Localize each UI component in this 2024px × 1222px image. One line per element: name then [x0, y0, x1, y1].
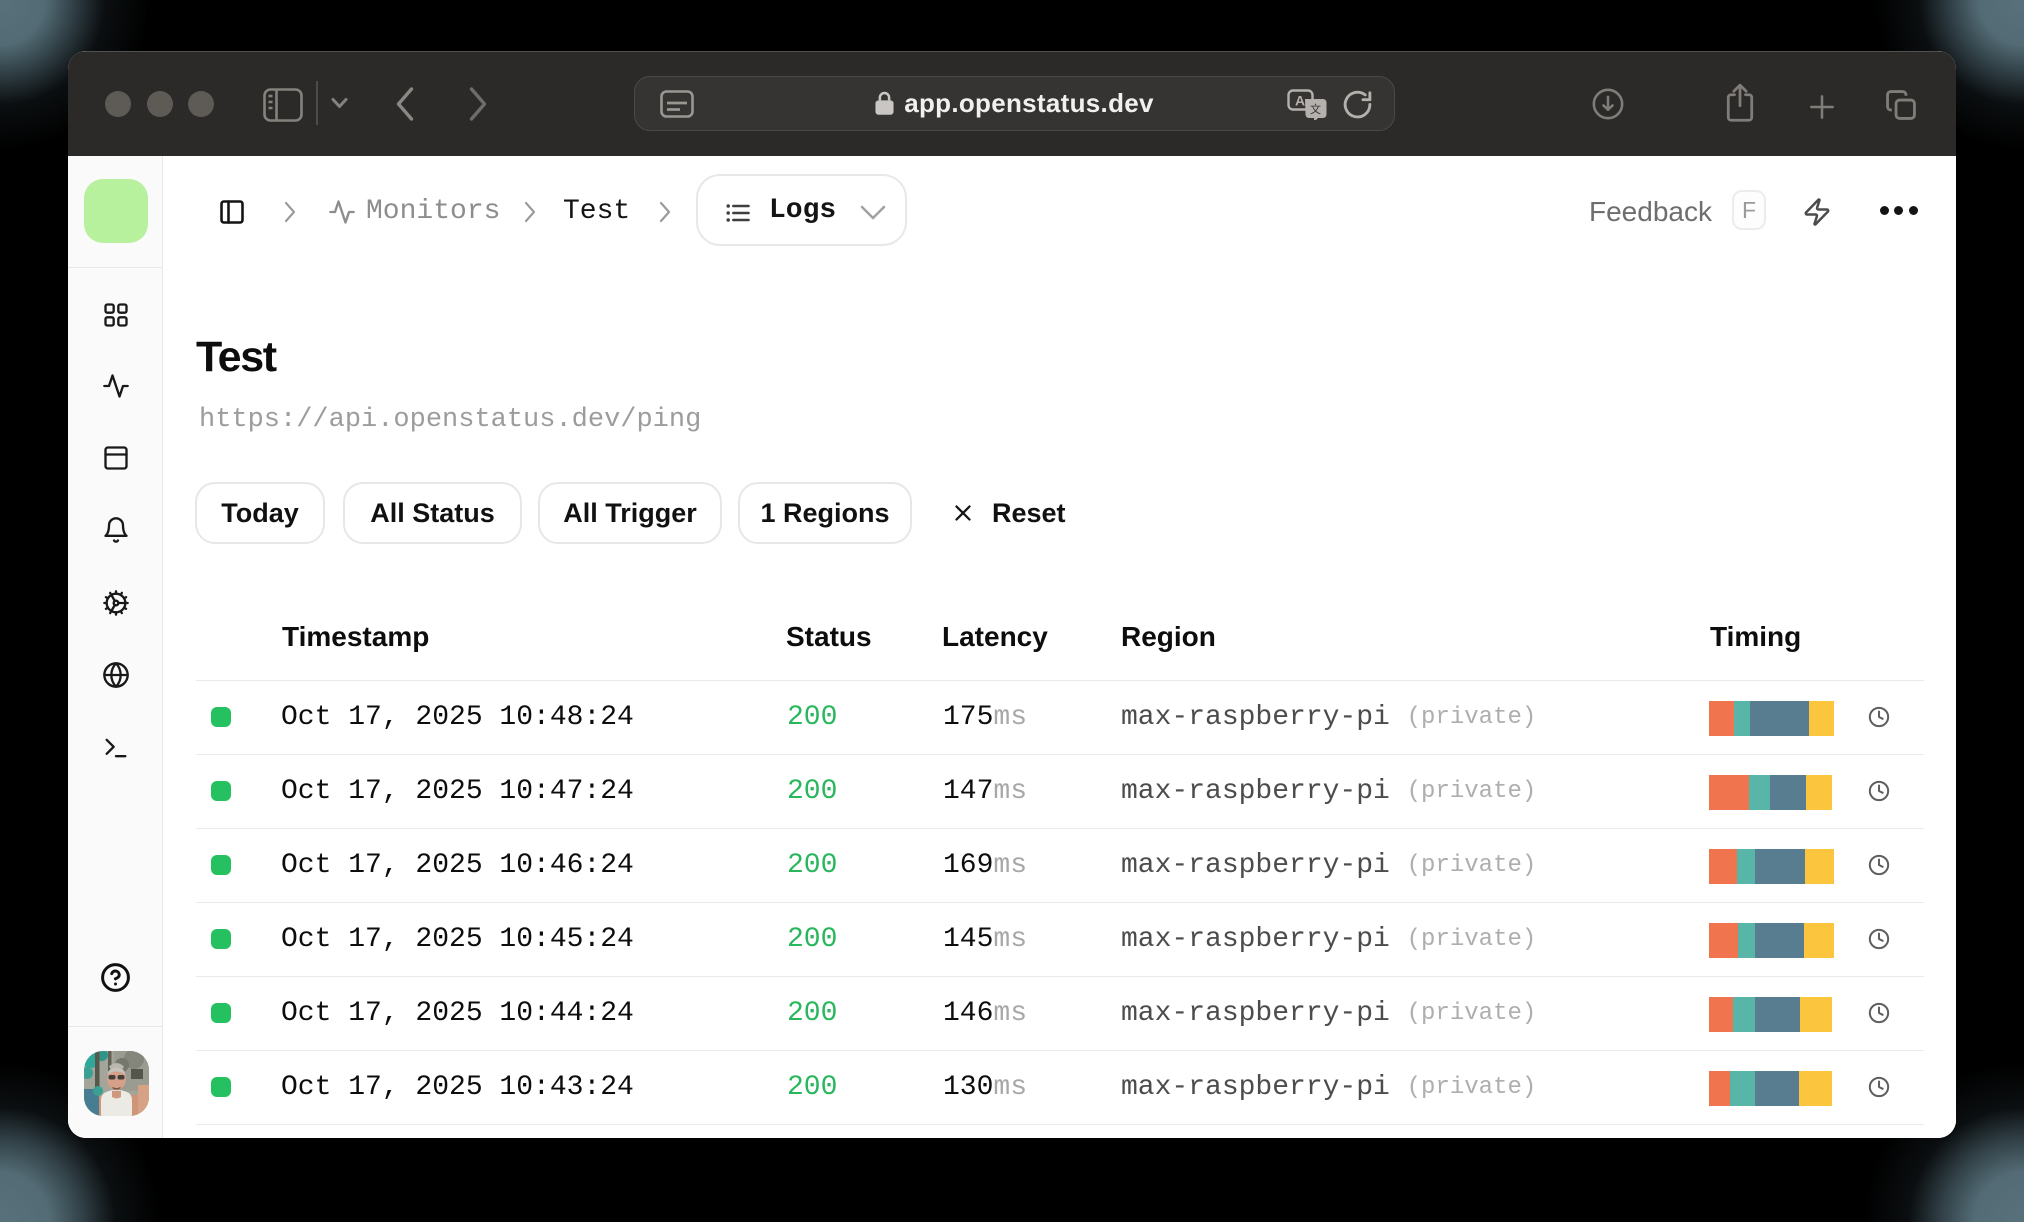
svg-text:文: 文 — [1310, 102, 1321, 116]
svg-text:A: A — [1295, 93, 1305, 109]
